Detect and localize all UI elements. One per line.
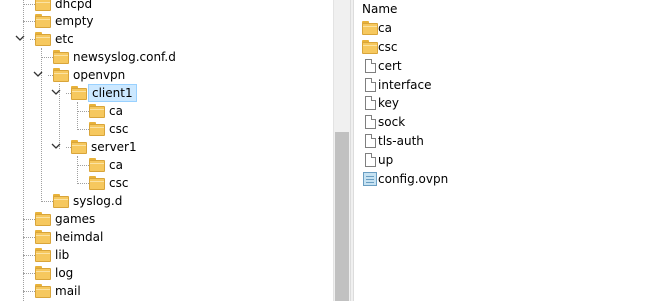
tree-node-label: client1 <box>88 84 137 102</box>
tree-node-label: server1 <box>91 140 137 154</box>
tree-node-label: dhcpd <box>55 0 93 11</box>
tree-line <box>23 273 35 274</box>
file-icon <box>365 153 376 167</box>
tree-line <box>23 219 35 220</box>
tree-node-label: newsyslog.conf.d <box>73 50 176 64</box>
folder-icon <box>35 32 51 46</box>
folder-icon <box>89 176 105 190</box>
column-header-name[interactable]: Name <box>355 0 650 19</box>
list-item[interactable]: up <box>355 151 650 169</box>
chevron-down-icon[interactable] <box>15 33 25 43</box>
tree-node-label: games <box>55 212 96 226</box>
scrollbar-thumb[interactable] <box>335 132 349 301</box>
chevron-down-icon[interactable] <box>51 87 61 97</box>
tree-line <box>77 129 89 130</box>
tree-line <box>77 102 78 130</box>
folder-icon <box>89 158 105 172</box>
folder-icon <box>53 68 69 82</box>
folder-icon <box>35 266 51 280</box>
tree-node-label: heimdal <box>55 230 104 244</box>
folder-icon <box>53 50 69 64</box>
tree-line <box>23 21 35 22</box>
file-icon <box>365 134 376 148</box>
folder-icon <box>35 212 51 226</box>
folder-icon <box>362 21 378 35</box>
list-item-name: key <box>378 96 400 110</box>
tree-line <box>77 165 89 166</box>
tree-line <box>23 4 35 5</box>
pane-splitter[interactable] <box>350 0 354 301</box>
list-item[interactable]: csc <box>355 38 650 56</box>
list-item-name: up <box>378 153 394 167</box>
folder-icon <box>71 86 87 100</box>
tree-line <box>77 183 89 184</box>
file-icon <box>365 59 376 73</box>
tree-node-label: ca <box>109 104 123 118</box>
folder-icon <box>89 122 105 136</box>
tree-line <box>23 229 24 301</box>
tree-node-label: syslog.d <box>73 194 123 208</box>
tree-line <box>77 111 89 112</box>
tree-node-label: etc <box>55 32 74 46</box>
chevron-down-icon[interactable] <box>33 69 43 79</box>
tree-node-label: ca <box>109 158 123 172</box>
folder-tree: dhcpd empty etc newsyslog.conf.d openvpn… <box>0 0 333 301</box>
tree-node-label: csc <box>109 176 129 190</box>
tree-node-label: csc <box>109 122 129 136</box>
tree-node-label: empty <box>55 14 94 28</box>
tree-line <box>77 156 78 184</box>
folder-icon <box>35 0 51 11</box>
file-icon <box>365 78 376 92</box>
folder-icon <box>71 140 87 154</box>
list-item[interactable]: config.ovpn <box>355 170 650 188</box>
list-item[interactable]: ca <box>355 19 650 37</box>
file-icon <box>365 96 376 110</box>
tree-scrollbar[interactable] <box>333 0 350 301</box>
folder-icon <box>35 230 51 244</box>
folder-icon <box>35 284 51 298</box>
list-item-name: csc <box>378 40 398 54</box>
tree-line <box>23 255 35 256</box>
tree-node-label: log <box>55 266 74 280</box>
list-item[interactable]: key <box>355 94 650 112</box>
chevron-down-icon[interactable] <box>51 141 61 151</box>
file-icon <box>365 115 376 129</box>
list-item[interactable]: sock <box>355 113 650 131</box>
list-item-name: config.ovpn <box>378 172 449 186</box>
list-item-name: tls-auth <box>378 134 424 148</box>
folder-icon <box>89 104 105 118</box>
config-file-icon <box>363 172 377 186</box>
tree-node-label: mail <box>55 284 81 298</box>
folder-icon <box>35 14 51 28</box>
tree-node-label: openvpn <box>73 68 126 82</box>
tree-node-label: lib <box>55 248 70 262</box>
list-item[interactable]: interface <box>355 76 650 94</box>
column-header-label: Name <box>362 2 398 16</box>
tree-line <box>23 291 35 292</box>
list-item[interactable]: cert <box>355 57 650 75</box>
folder-icon <box>35 248 51 262</box>
folder-icon <box>362 40 378 54</box>
tree-line <box>41 201 53 202</box>
tree-line <box>41 57 53 58</box>
file-list: Name ca csc cert interface key sock tls-… <box>355 0 650 301</box>
list-item[interactable]: tls-auth <box>355 132 650 150</box>
list-item-name: ca <box>378 21 392 35</box>
list-item-name: sock <box>378 115 406 129</box>
folder-icon <box>53 194 69 208</box>
list-item-name: interface <box>378 78 432 92</box>
tree-line <box>23 237 35 238</box>
list-item-name: cert <box>378 59 402 73</box>
